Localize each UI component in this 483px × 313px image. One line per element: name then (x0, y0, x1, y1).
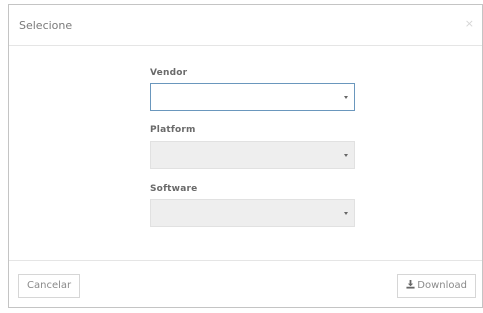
chevron-down-icon (344, 212, 348, 215)
select-modal: Selecione × Vendor Platform Software Can… (8, 4, 483, 308)
cancel-button[interactable]: Cancelar (18, 274, 81, 298)
software-select[interactable] (150, 199, 355, 227)
download-icon (406, 280, 415, 289)
chevron-down-icon (344, 96, 348, 99)
platform-label: Platform (150, 125, 196, 135)
download-button-label: Download (417, 280, 467, 291)
vendor-select[interactable] (150, 83, 355, 111)
chevron-down-icon (344, 154, 348, 157)
modal-header: Selecione × (9, 5, 482, 46)
software-label: Software (150, 184, 198, 194)
modal-title: Selecione (19, 19, 73, 32)
modal-footer: Cancelar Download (9, 260, 482, 307)
cancel-button-label: Cancelar (27, 280, 72, 291)
platform-select[interactable] (150, 141, 355, 169)
download-button[interactable]: Download (397, 274, 476, 298)
close-icon[interactable]: × (465, 18, 474, 29)
vendor-label: Vendor (150, 68, 188, 78)
